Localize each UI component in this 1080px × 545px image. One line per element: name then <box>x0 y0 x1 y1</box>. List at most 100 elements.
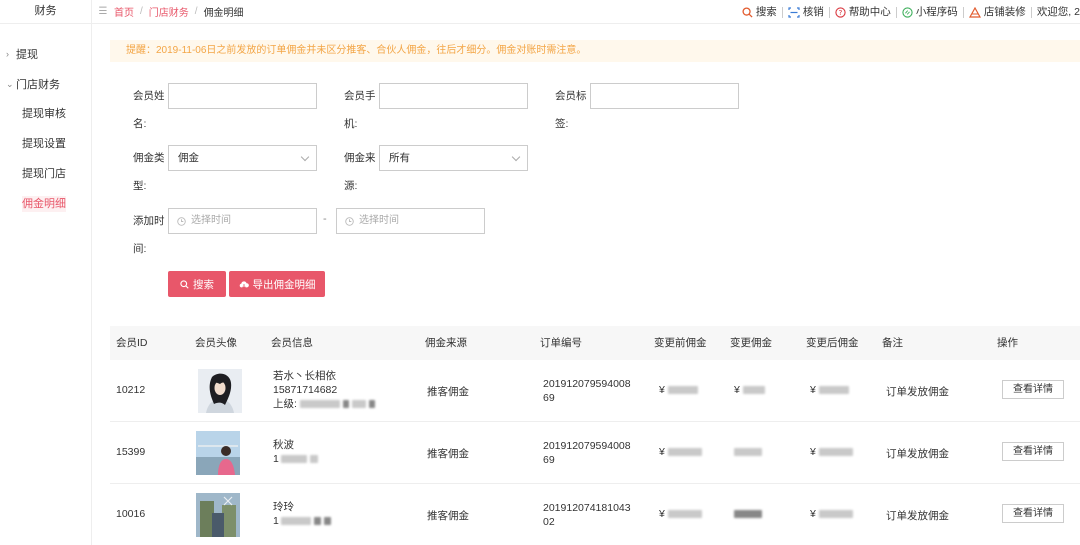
sidebar-item-commission-detail[interactable]: 佣金明细 <box>0 189 91 219</box>
decorate-icon <box>968 6 981 18</box>
redacted-phone <box>280 517 311 526</box>
top-link-help[interactable]: ? 帮助中心 <box>830 6 897 18</box>
column-header: 备注 <box>882 337 903 349</box>
scan-icon <box>788 6 800 18</box>
sidebar-item-withdraw-settings[interactable]: 提现设置 <box>0 129 91 159</box>
menu-toggle-icon[interactable]: ☰ <box>92 6 114 17</box>
commission-after: ¥ <box>810 384 849 396</box>
column-header: 会员ID <box>116 337 148 349</box>
order-number-line: 201912074181043 <box>543 502 631 514</box>
start-date-picker[interactable]: 选择时间 <box>168 208 317 234</box>
clock-icon <box>177 216 186 226</box>
top-links: 搜索 核销 ? 帮助中心 小程序码 店铺装修 欢迎您, 2 <box>737 0 1080 24</box>
sidebar-item-label: 提现门店 <box>22 168 66 180</box>
member-tag-input[interactable] <box>590 83 739 109</box>
order-number-line: 02 <box>543 516 555 528</box>
column-header: 变更佣金 <box>730 337 772 349</box>
member-name: 若水丶长相依 <box>273 370 336 382</box>
redacted-amount <box>818 448 853 457</box>
chevron-down-icon: ⌄ <box>6 78 14 89</box>
chevron-down-icon <box>300 152 310 162</box>
breadcrumb: 首页 / 门店财务 / 佣金明细 <box>114 4 244 19</box>
commission-source-select[interactable]: 所有 <box>379 145 528 171</box>
redacted-amount <box>818 386 849 395</box>
member-id: 10016 <box>116 508 146 520</box>
sidebar-item-withdraw-review[interactable]: 提现审核 <box>0 99 91 129</box>
sidebar-item-withdraw-store[interactable]: 提现门店 <box>0 159 91 189</box>
sidebar-group-label: 门店财务 <box>16 79 60 91</box>
order-number: 201912079594008 69 <box>543 439 631 467</box>
view-detail-button[interactable]: 查看详情 <box>1002 504 1064 523</box>
top-link-search[interactable]: 搜索 <box>737 6 783 18</box>
redacted-amount <box>742 386 765 395</box>
column-header: 佣金来源 <box>425 337 467 349</box>
miniapp-icon <box>902 6 913 18</box>
cloud-download-icon <box>239 280 249 289</box>
top-link-verify[interactable]: 核销 <box>783 6 830 18</box>
notice-banner: 提醒：2019-11-06日之前发放的订单佣金并未区分推客、合伙人佣金，往后才细… <box>110 40 1080 62</box>
member-phone: 15871714682 <box>273 384 338 396</box>
member-tag-label: 会员标签: <box>555 90 587 130</box>
avatar <box>196 493 240 537</box>
commission-type-select[interactable]: 佣金 <box>168 145 317 171</box>
column-header: 操作 <box>997 337 1018 349</box>
top-link-decorate[interactable]: 店铺装修 <box>964 6 1032 18</box>
commission-type-value: 佣金 <box>178 152 199 164</box>
welcome-label: 欢迎您, 2 <box>1036 5 1080 18</box>
order-number-line: 69 <box>543 454 555 466</box>
export-button[interactable]: 导出佣金明细 <box>229 271 325 297</box>
commission-after: ¥ <box>810 508 853 520</box>
top-link-miniapp-code[interactable]: 小程序码 <box>897 6 964 18</box>
commission-change <box>734 508 762 520</box>
chevron-right-icon: › <box>6 49 9 59</box>
redacted-amount <box>667 510 702 519</box>
member-parent: 上级: <box>273 397 375 411</box>
sidebar-group-store-finance[interactable]: ⌄ 门店财务 <box>0 69 91 99</box>
sidebar-item-label: 佣金明细 <box>22 196 66 212</box>
redacted-parent <box>299 400 340 409</box>
end-date-picker[interactable]: 选择时间 <box>336 208 485 234</box>
phone-prefix: 1 <box>273 453 279 465</box>
redacted-parent <box>351 400 366 409</box>
column-header: 变更前佣金 <box>654 337 707 349</box>
avatar <box>196 431 240 475</box>
table-row: 10212 若水丶长相依 15871714682 上级: 推客佣金 201912… <box>110 360 1080 422</box>
redacted-phone <box>323 517 331 526</box>
remark: 订单发放佣金 <box>886 386 949 398</box>
member-info: 玲玲 1 <box>273 500 331 528</box>
top-bar: ☰ 首页 / 门店财务 / 佣金明细 搜索 核销 ? 帮助中心 小程序码 店铺装… <box>92 0 1080 24</box>
order-number: 201912074181043 02 <box>543 501 631 529</box>
search-button[interactable]: 搜索 <box>168 271 226 297</box>
commission-source-label: 佣金来源: <box>344 152 376 192</box>
commission-change <box>734 446 762 458</box>
breadcrumb-store-finance[interactable]: 门店财务 <box>149 4 189 19</box>
commission-before: ¥ <box>659 446 702 458</box>
redacted-phone <box>313 517 321 526</box>
remark: 订单发放佣金 <box>886 448 949 460</box>
commission-change: ¥ <box>734 384 765 396</box>
end-date-placeholder: 选择时间 <box>359 215 399 226</box>
order-number: 201912079594008 69 <box>543 377 631 405</box>
breadcrumb-home[interactable]: 首页 <box>114 4 134 19</box>
commission-before: ¥ <box>659 508 702 520</box>
member-phone: 1 <box>273 452 318 466</box>
member-phone-input[interactable] <box>379 83 528 109</box>
view-detail-button[interactable]: 查看详情 <box>1002 442 1064 461</box>
member-name-label: 会员姓名: <box>133 90 165 130</box>
add-time-label: 添加时间: <box>133 215 165 255</box>
redacted-amount <box>667 448 702 457</box>
table-row: 15399 秋波 1 推客佣金 201912079594008 69 ¥ ¥ 订… <box>110 422 1080 484</box>
column-header: 会员头像 <box>195 337 237 349</box>
commission-source: 推客佣金 <box>427 386 469 398</box>
currency-symbol: ¥ <box>734 384 740 396</box>
sidebar: 财务 › 提现 ⌄ 门店财务 提现审核 提现设置 提现门店 佣金明细 <box>0 0 92 545</box>
view-detail-button[interactable]: 查看详情 <box>1002 380 1064 399</box>
commission-type-label: 佣金类型: <box>133 152 165 192</box>
commission-source: 推客佣金 <box>427 448 469 460</box>
member-name-input[interactable] <box>168 83 317 109</box>
clock-icon <box>345 216 354 226</box>
redacted-phone <box>280 455 307 464</box>
search-icon <box>742 6 753 18</box>
sidebar-group-withdraw[interactable]: › 提现 <box>0 39 91 69</box>
member-name: 秋波 <box>273 439 294 451</box>
